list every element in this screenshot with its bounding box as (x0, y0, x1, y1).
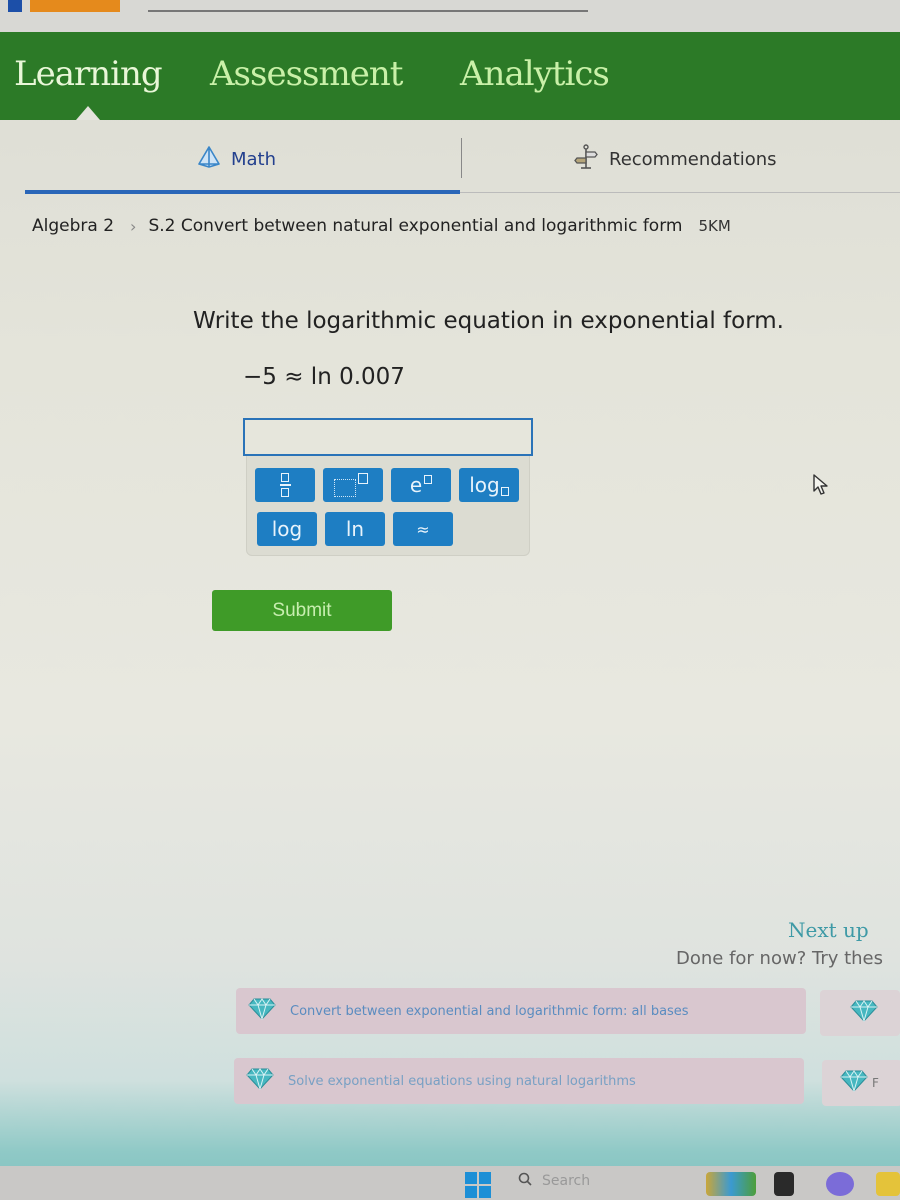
answer-input[interactable] (243, 418, 533, 456)
video-app-icon[interactable] (826, 1172, 854, 1196)
key-e-label: e (409, 473, 423, 497)
exponent-icon (330, 473, 376, 497)
search-icon (518, 1172, 532, 1190)
active-nav-pointer (76, 106, 100, 120)
app-icon[interactable] (774, 1172, 794, 1196)
taskbar-search[interactable]: Search (518, 1172, 590, 1190)
skill-code: 5KM (698, 217, 731, 235)
nav-learning[interactable]: Learning (14, 54, 163, 94)
question-prompt: Write the logarithmic equation in expone… (193, 308, 784, 334)
widgets-icon[interactable] (706, 1172, 756, 1196)
next-up-subtitle: Done for now? Try thes (676, 948, 884, 969)
tab-recommendations[interactable]: Recommendations (573, 144, 777, 175)
chevron-right-icon: › (130, 216, 137, 236)
key-exponent[interactable] (323, 468, 383, 502)
breadcrumb-course[interactable]: Algebra 2 (32, 216, 114, 236)
fraction-icon (279, 473, 291, 497)
os-taskbar: Search (0, 1166, 900, 1200)
ixl-logo[interactable] (8, 0, 128, 18)
tab-recommendations-label: Recommendations (609, 149, 777, 170)
tab-baseline (460, 192, 900, 193)
key-fraction[interactable] (255, 468, 315, 502)
gem-icon (850, 1000, 878, 1026)
breadcrumb: Algebra 2 › S.2 Convert between natural … (32, 216, 731, 236)
nav-analytics[interactable]: Analytics (460, 54, 610, 94)
key-log-base-label: log (469, 473, 500, 497)
taskbar-search-label: Search (542, 1173, 591, 1189)
placeholder-box-icon (500, 486, 509, 496)
submit-button[interactable]: Submit (212, 590, 392, 631)
pyramid-icon (197, 146, 221, 173)
key-log-base[interactable]: log (459, 468, 519, 502)
recommendation-label: Convert between exponential and logarith… (290, 1003, 689, 1019)
gem-icon (840, 1070, 868, 1096)
key-log[interactable]: log (257, 512, 317, 546)
tab-divider (461, 138, 462, 178)
top-search-bar[interactable] (148, 10, 588, 12)
recommendation-card-partial[interactable]: F (822, 1060, 900, 1106)
next-up-title: Next up (788, 918, 869, 942)
nav-assessment[interactable]: Assessment (210, 54, 403, 94)
gem-icon (248, 998, 276, 1024)
recommendation-card[interactable]: Solve exponential equations using natura… (234, 1058, 804, 1104)
key-approx[interactable]: ≈ (393, 512, 453, 546)
key-ln[interactable]: ln (325, 512, 385, 546)
recommendation-card[interactable]: Convert between exponential and logarith… (236, 988, 806, 1034)
tab-math[interactable]: Math (197, 146, 276, 173)
recommendation-label: Solve exponential equations using natura… (288, 1073, 636, 1089)
signpost-icon (573, 144, 599, 175)
subject-tabs: Math Recommendations (25, 134, 900, 196)
partial-label: F (872, 1076, 879, 1090)
key-e-power[interactable]: e (391, 468, 451, 502)
windows-start-icon[interactable] (465, 1172, 491, 1198)
math-keypad: e log log ln ≈ (246, 456, 530, 556)
folder-icon[interactable] (876, 1172, 900, 1196)
active-tab-underline (25, 190, 460, 194)
question-equation: −5 ≈ ln 0.007 (243, 364, 405, 390)
main-nav: Learning Assessment Analytics (0, 32, 900, 120)
breadcrumb-skill: S.2 Convert between natural exponential … (148, 216, 683, 236)
tab-math-label: Math (231, 149, 277, 170)
recommendation-card-partial[interactable] (820, 990, 900, 1036)
gem-icon (246, 1068, 274, 1094)
browser-top-strip (0, 0, 900, 32)
placeholder-box-icon (424, 474, 433, 484)
mouse-cursor-icon (812, 474, 830, 500)
